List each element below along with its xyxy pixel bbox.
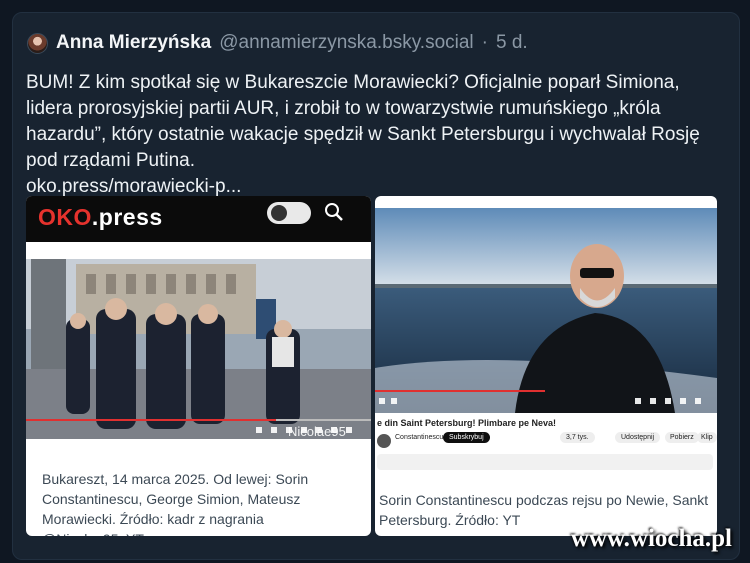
video-watermark: Nicolae95 bbox=[288, 424, 346, 439]
post-text: BUM! Z kim spotkał się w Bukareszcie Mor… bbox=[26, 72, 700, 197]
post-header: Anna Mierzyńska @annamierzynska.bsky.soc… bbox=[27, 32, 528, 54]
post-age[interactable]: 5 d. bbox=[496, 32, 528, 54]
yt-title[interactable]: e din Saint Petersburg! Plimbare pe Neva… bbox=[377, 418, 556, 428]
author-name[interactable]: Anna Mierzyńska bbox=[56, 32, 211, 54]
image-left[interactable]: OKO.press Nicolae95 Bukareszt, 14 marca … bbox=[26, 196, 371, 536]
post-card[interactable]: Anna Mierzyńska @annamierzynska.bsky.soc… bbox=[12, 12, 740, 560]
image-right[interactable]: e din Saint Petersburg! Plimbare pe Neva… bbox=[375, 196, 717, 536]
yt-share-button[interactable]: Udostępnij bbox=[615, 432, 661, 443]
yt-description-box[interactable] bbox=[377, 454, 713, 470]
caption-left: Bukareszt, 14 marca 2025. Od lewej: Sori… bbox=[42, 471, 309, 536]
yt-subscribe-button[interactable]: Subskrybuj bbox=[443, 432, 490, 443]
okopress-header: OKO.press bbox=[26, 196, 371, 242]
sun-icon bbox=[271, 205, 287, 221]
okopress-logo: OKO.press bbox=[38, 204, 163, 230]
photo-bucharest bbox=[26, 259, 371, 439]
photo-neva bbox=[375, 208, 717, 413]
author-handle[interactable]: @annamierzynska.bsky.social bbox=[219, 32, 473, 54]
yt-like-button[interactable]: 3,7 tys. bbox=[560, 432, 595, 443]
theme-toggle[interactable] bbox=[267, 202, 311, 224]
youtube-info: e din Saint Petersburg! Plimbare pe Neva… bbox=[375, 416, 717, 476]
yt-clip-button[interactable]: Klip bbox=[697, 432, 717, 443]
caption-right: Sorin Constantinescu podczas rejsu po Ne… bbox=[379, 492, 709, 528]
yt-download-button[interactable]: Pobierz bbox=[665, 432, 699, 443]
search-icon[interactable] bbox=[323, 201, 345, 223]
yt-avatar[interactable] bbox=[377, 434, 391, 448]
separator: · bbox=[481, 32, 488, 53]
site-watermark: www.wiocha.pl bbox=[570, 525, 732, 552]
avatar[interactable] bbox=[27, 32, 48, 54]
